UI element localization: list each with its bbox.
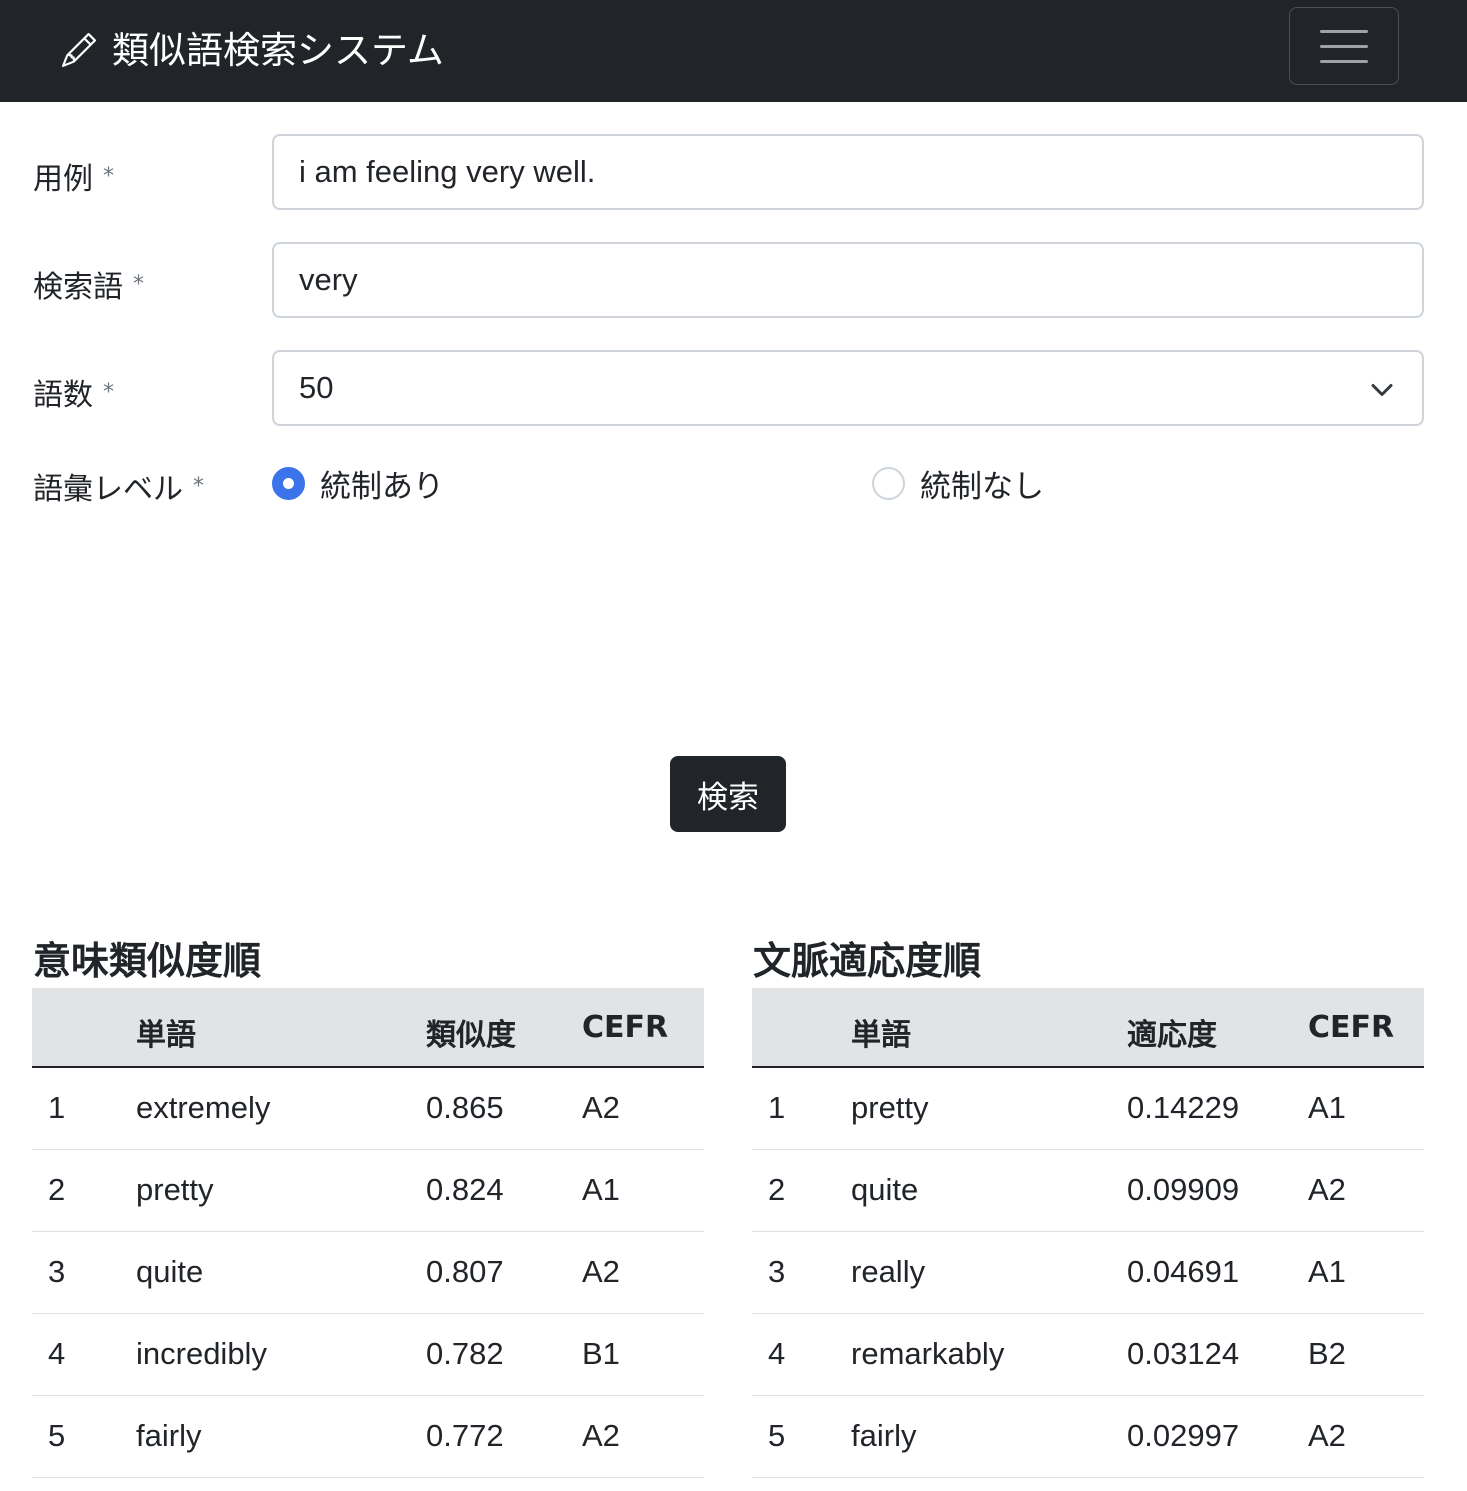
cell-word: pretty — [851, 1090, 929, 1125]
header-cefr: CEFR — [1308, 1010, 1395, 1045]
context-table: 単語 適応度 CEFR 1 pretty 0.14229 A1 2 quite … — [752, 988, 1424, 1478]
required-mark: * — [103, 380, 114, 405]
table-row: 3 quite 0.807 A2 — [32, 1232, 704, 1314]
cell-word: extremely — [136, 1090, 271, 1125]
header-cefr: CEFR — [582, 1010, 669, 1045]
cell-cefr: B1 — [582, 1336, 620, 1371]
table-row: 2 pretty 0.824 A1 — [32, 1150, 704, 1232]
cell-word: remarkably — [851, 1336, 1005, 1371]
similarity-table-title: 意味類似度順 — [33, 939, 262, 983]
level-label: 語彙レベル * — [33, 472, 204, 507]
navbar: 類似語検索システム — [0, 0, 1467, 102]
table-row: 4 incredibly 0.782 B1 — [32, 1314, 704, 1396]
cell-word: quite — [851, 1172, 919, 1207]
table-row: 5 fairly 0.772 A2 — [32, 1396, 704, 1478]
cell-score: 0.02997 — [1127, 1418, 1240, 1453]
example-label: 用例 * — [33, 162, 114, 197]
cell-word: pretty — [136, 1172, 214, 1207]
table-header: 単語 適応度 CEFR — [752, 988, 1424, 1068]
radio-level-uncontrolled[interactable]: 統制なし — [872, 466, 1044, 505]
header-word: 単語 — [136, 1018, 196, 1053]
query-label: 検索語 * — [33, 270, 144, 305]
cell-rank: 3 — [768, 1254, 786, 1289]
chevron-down-icon — [1371, 384, 1393, 396]
cell-cefr: A2 — [582, 1418, 620, 1453]
table-header: 単語 類似度 CEFR — [32, 988, 704, 1068]
cell-rank: 5 — [768, 1418, 786, 1453]
search-button[interactable]: 検索 — [670, 756, 786, 832]
cell-word: incredibly — [136, 1336, 267, 1371]
header-word: 単語 — [851, 1018, 911, 1053]
cell-cefr: A2 — [582, 1090, 620, 1125]
count-select[interactable]: 50 — [272, 350, 1424, 426]
cell-score: 0.14229 — [1127, 1090, 1240, 1125]
cell-rank: 1 — [768, 1090, 786, 1125]
cell-cefr: A2 — [1308, 1172, 1346, 1207]
radio-label: 統制あり — [320, 468, 444, 505]
navbar-toggler-button[interactable] — [1289, 7, 1399, 85]
query-input[interactable]: very — [272, 242, 1424, 318]
required-mark: * — [133, 272, 144, 297]
cell-cefr: A1 — [1308, 1254, 1346, 1289]
cell-rank: 1 — [48, 1090, 66, 1125]
cell-rank: 4 — [48, 1336, 66, 1371]
cell-score: 0.04691 — [1127, 1254, 1240, 1289]
cell-cefr: B2 — [1308, 1336, 1346, 1371]
cell-word: fairly — [851, 1418, 917, 1453]
cell-rank: 4 — [768, 1336, 786, 1371]
similarity-table: 単語 類似度 CEFR 1 extremely 0.865 A2 2 prett… — [32, 988, 704, 1478]
brand[interactable]: 類似語検索システム — [62, 22, 444, 72]
header-similarity: 類似度 — [426, 1018, 516, 1053]
radio-level-controlled[interactable]: 統制あり — [272, 466, 444, 505]
cell-cefr: A1 — [582, 1172, 620, 1207]
table-row: 1 pretty 0.14229 A1 — [752, 1068, 1424, 1150]
pencil-icon — [62, 33, 96, 67]
table-row: 1 extremely 0.865 A2 — [32, 1068, 704, 1150]
cell-word: quite — [136, 1254, 204, 1289]
table-row: 3 really 0.04691 A1 — [752, 1232, 1424, 1314]
cell-word: really — [851, 1254, 926, 1289]
context-table-title: 文脈適応度順 — [753, 939, 982, 983]
header-fitness: 適応度 — [1127, 1018, 1217, 1053]
count-select-value: 50 — [299, 370, 334, 405]
cell-rank: 3 — [48, 1254, 66, 1289]
table-row: 2 quite 0.09909 A2 — [752, 1150, 1424, 1232]
cell-score: 0.09909 — [1127, 1172, 1240, 1207]
table-row: 5 fairly 0.02997 A2 — [752, 1396, 1424, 1478]
cell-cefr: A1 — [1308, 1090, 1346, 1125]
cell-score: 0.865 — [426, 1090, 504, 1125]
required-mark: * — [103, 164, 114, 189]
cell-rank: 2 — [48, 1172, 66, 1207]
cell-score: 0.782 — [426, 1336, 504, 1371]
example-input[interactable]: i am feeling very well. — [272, 134, 1424, 210]
cell-rank: 5 — [48, 1418, 66, 1453]
cell-rank: 2 — [768, 1172, 786, 1207]
cell-cefr: A2 — [582, 1254, 620, 1289]
cell-cefr: A2 — [1308, 1418, 1346, 1453]
table-row: 4 remarkably 0.03124 B2 — [752, 1314, 1424, 1396]
cell-word: fairly — [136, 1418, 202, 1453]
cell-score: 0.824 — [426, 1172, 504, 1207]
cell-score: 0.772 — [426, 1418, 504, 1453]
count-label: 語数 * — [33, 378, 114, 413]
cell-score: 0.03124 — [1127, 1336, 1240, 1371]
radio-button-unchecked[interactable] — [872, 466, 905, 500]
radio-label: 統制なし — [920, 468, 1044, 505]
required-mark: * — [193, 474, 204, 499]
cell-score: 0.807 — [426, 1254, 504, 1289]
brand-title: 類似語検索システム — [112, 29, 444, 72]
radio-button-checked[interactable] — [272, 466, 305, 500]
